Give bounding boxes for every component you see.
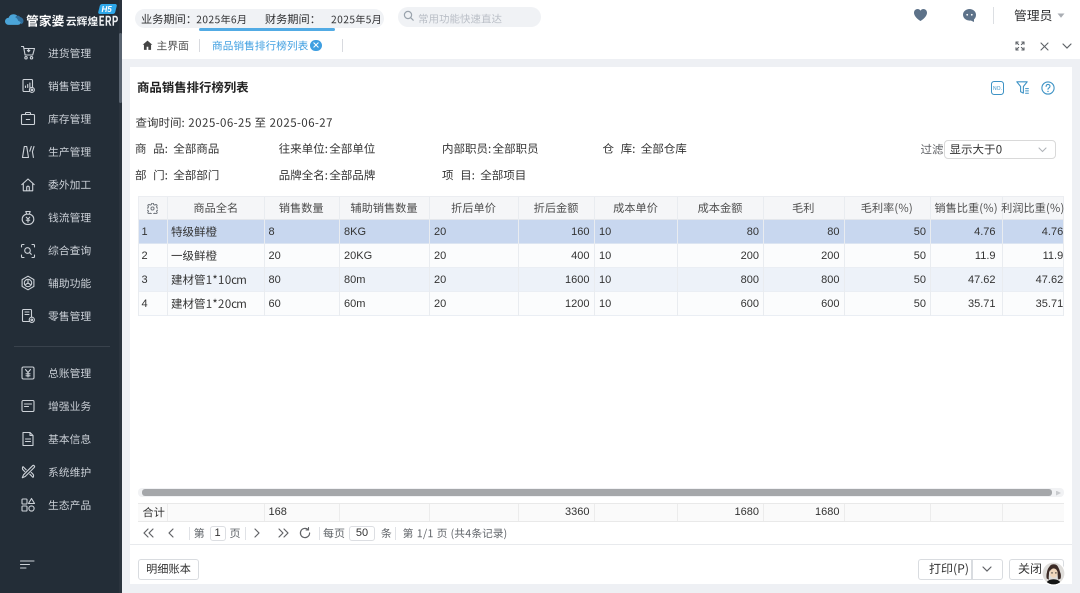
svg-text:NO.: NO.	[993, 86, 1002, 92]
